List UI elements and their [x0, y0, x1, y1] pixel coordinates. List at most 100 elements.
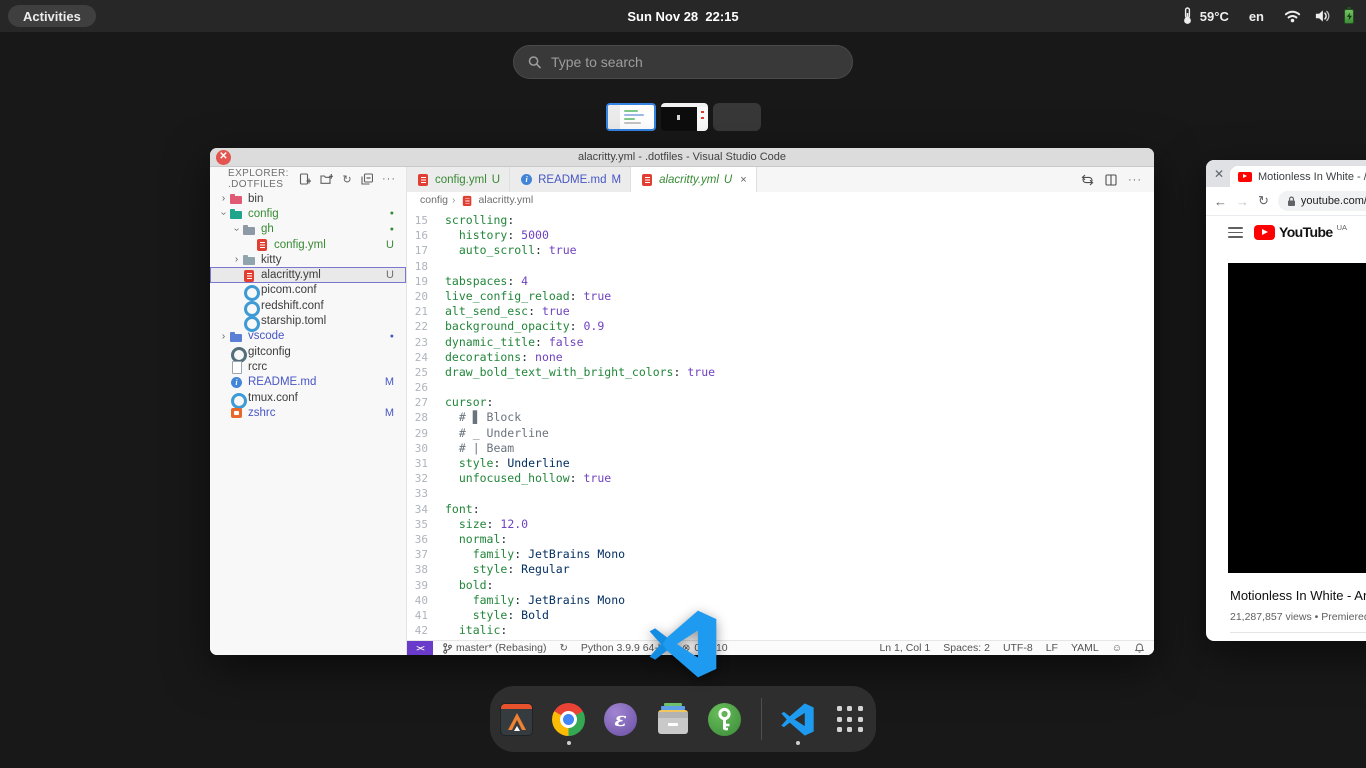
- code-line-42[interactable]: 42 italic:: [407, 623, 1154, 638]
- tree-item-vscode[interactable]: ›vscode●: [210, 329, 406, 344]
- code-line-24[interactable]: 24decorations: none: [407, 350, 1154, 365]
- notifications-bell-icon[interactable]: [1135, 643, 1144, 653]
- dock-item-passwords[interactable]: [707, 701, 743, 737]
- breadcrumb-file[interactable]: alacritty.yml: [479, 194, 534, 206]
- open-changes-icon[interactable]: [1081, 174, 1094, 186]
- tree-item-kitty[interactable]: ›kitty: [210, 252, 406, 267]
- code-line-18[interactable]: 18: [407, 259, 1154, 274]
- code-line-35[interactable]: 35 size: 12.0: [407, 517, 1154, 532]
- keyboard-layout-indicator[interactable]: en: [1249, 9, 1264, 24]
- dock-item-app-grid[interactable]: [832, 701, 868, 737]
- tree-item-config[interactable]: ›config●: [210, 206, 406, 221]
- search-input[interactable]: [551, 54, 838, 70]
- tree-chevron-icon: ›: [218, 193, 229, 204]
- tree-item-redshift.conf[interactable]: redshift.conf: [210, 298, 406, 313]
- git-branch-status[interactable]: master* (Rebasing): [443, 642, 546, 654]
- code-line-41[interactable]: 41 style: Bold: [407, 608, 1154, 623]
- split-editor-icon[interactable]: [1105, 174, 1117, 186]
- code-line-19[interactable]: 19tabspaces: 4: [407, 274, 1154, 289]
- tree-item-gh[interactable]: ›gh●: [210, 222, 406, 237]
- code-line-21[interactable]: 21alt_send_esc: true: [407, 304, 1154, 319]
- eol-setting[interactable]: LF: [1046, 642, 1058, 654]
- code-line-28[interactable]: 28 # ▋ Block: [407, 410, 1154, 425]
- activities-button[interactable]: Activities: [8, 5, 96, 27]
- code-line-38[interactable]: 38 style: Regular: [407, 562, 1154, 577]
- code-line-29[interactable]: 29 # _ Underline: [407, 426, 1154, 441]
- tree-item-bin[interactable]: ›bin: [210, 191, 406, 206]
- clock[interactable]: Sun Nov 28 22:15: [627, 0, 738, 32]
- tab-config-yml[interactable]: config.yml U: [407, 167, 510, 192]
- workspace-thumbnail-3-empty[interactable]: [713, 103, 761, 131]
- code-line-22[interactable]: 22background_opacity: 0.9: [407, 319, 1154, 334]
- tab-alacritty-yml-active[interactable]: alacritty.yml U ×: [631, 167, 757, 192]
- encoding-setting[interactable]: UTF-8: [1003, 642, 1033, 654]
- menu-icon[interactable]: [1228, 227, 1243, 238]
- code-line-36[interactable]: 36 normal:: [407, 532, 1154, 547]
- code-line-30[interactable]: 30 # | Beam: [407, 441, 1154, 456]
- tree-item-config.yml[interactable]: config.ymlU: [210, 237, 406, 252]
- workspace-thumbnail-2[interactable]: [661, 103, 708, 131]
- vscode-title-bar[interactable]: ✕ alacritty.yml - .dotfiles - Visual Stu…: [210, 148, 1154, 167]
- breadcrumb-folder[interactable]: config: [420, 194, 448, 206]
- code-line-26[interactable]: 26: [407, 380, 1154, 395]
- new-file-button[interactable]: [299, 173, 311, 185]
- tree-item-starship.toml[interactable]: starship.toml: [210, 313, 406, 328]
- language-mode[interactable]: YAML: [1071, 642, 1099, 654]
- tree-item-gitconfig[interactable]: gitconfig: [210, 344, 406, 359]
- new-folder-button[interactable]: [320, 173, 333, 185]
- code-line-40[interactable]: 40 family: JetBrains Mono: [407, 593, 1154, 608]
- dock-item-alacritty[interactable]: [499, 701, 535, 737]
- code-line-31[interactable]: 31 style: Underline: [407, 456, 1154, 471]
- vscode-app-icon[interactable]: [649, 610, 717, 678]
- address-bar[interactable]: youtube.com/wa: [1278, 191, 1366, 211]
- indentation-setting[interactable]: Spaces: 2: [943, 642, 990, 654]
- workspace-thumbnail-active[interactable]: [606, 103, 656, 131]
- code-line-15[interactable]: 15scrolling:: [407, 213, 1154, 228]
- vscode-window[interactable]: ✕ alacritty.yml - .dotfiles - Visual Stu…: [210, 148, 1154, 655]
- chrome-window[interactable]: ✕ Motionless In White - / ← → ↻ youtube.…: [1206, 160, 1366, 641]
- cursor-position[interactable]: Ln 1, Col 1: [879, 642, 930, 654]
- code-line-33[interactable]: 33: [407, 486, 1154, 501]
- forward-button[interactable]: →: [1236, 194, 1249, 209]
- code-line-25[interactable]: 25draw_bold_text_with_bright_colors: tru…: [407, 365, 1154, 380]
- dock-item-files[interactable]: [655, 701, 691, 737]
- remote-indicator[interactable]: ><: [407, 641, 433, 655]
- chrome-active-tab[interactable]: Motionless In White - /: [1230, 166, 1366, 187]
- sync-icon[interactable]: ↻: [559, 643, 567, 654]
- code-line-20[interactable]: 20live_config_reload: true: [407, 289, 1154, 304]
- tree-item-README.md[interactable]: README.mdM: [210, 375, 406, 390]
- temperature-indicator[interactable]: 59°C: [1182, 7, 1229, 25]
- code-line-16[interactable]: 16 history: 5000: [407, 228, 1154, 243]
- youtube-logo[interactable]: YouTube UA: [1254, 223, 1347, 240]
- code-line-27[interactable]: 27cursor:: [407, 395, 1154, 410]
- explorer-more-actions-button[interactable]: ···: [382, 173, 396, 185]
- code-editor[interactable]: 15scrolling:16 history: 500017 auto_scro…: [407, 208, 1154, 640]
- tab-readme-md[interactable]: README.md M: [510, 167, 631, 192]
- feedback-smiley-icon[interactable]: ☺: [1112, 643, 1122, 654]
- tab-close-icon[interactable]: ×: [740, 174, 746, 186]
- tree-item-alacritty.yml[interactable]: alacritty.ymlU: [210, 267, 406, 282]
- system-menu[interactable]: [1284, 9, 1354, 24]
- editor-more-actions-icon[interactable]: ···: [1128, 174, 1142, 186]
- tab-close-icon[interactable]: ✕: [1214, 167, 1224, 181]
- code-line-34[interactable]: 34font:: [407, 502, 1154, 517]
- refresh-explorer-button[interactable]: ↻: [342, 173, 352, 186]
- dock-item-emacs[interactable]: ε: [603, 701, 639, 737]
- breadcrumb[interactable]: config › alacritty.yml: [407, 192, 1154, 208]
- dock-item-chrome[interactable]: [551, 701, 587, 737]
- tree-item-picom.conf[interactable]: picom.conf: [210, 283, 406, 298]
- code-line-37[interactable]: 37 family: JetBrains Mono: [407, 547, 1154, 562]
- back-button[interactable]: ←: [1214, 194, 1227, 209]
- tree-item-zshrc[interactable]: zshrcM: [210, 405, 406, 420]
- video-player[interactable]: [1228, 263, 1366, 573]
- code-line-17[interactable]: 17 auto_scroll: true: [407, 243, 1154, 258]
- collapse-folders-button[interactable]: [361, 173, 373, 185]
- reload-button[interactable]: ↻: [1258, 193, 1269, 209]
- code-line-32[interactable]: 32 unfocused_hollow: true: [407, 471, 1154, 486]
- tree-item-tmux.conf[interactable]: tmux.conf: [210, 390, 406, 405]
- code-line-39[interactable]: 39 bold:: [407, 578, 1154, 593]
- tree-item-rcrc[interactable]: rcrc: [210, 359, 406, 374]
- window-close-button[interactable]: ✕: [216, 150, 231, 165]
- dock-item-vscode[interactable]: [780, 701, 816, 737]
- code-line-23[interactable]: 23dynamic_title: false: [407, 335, 1154, 350]
